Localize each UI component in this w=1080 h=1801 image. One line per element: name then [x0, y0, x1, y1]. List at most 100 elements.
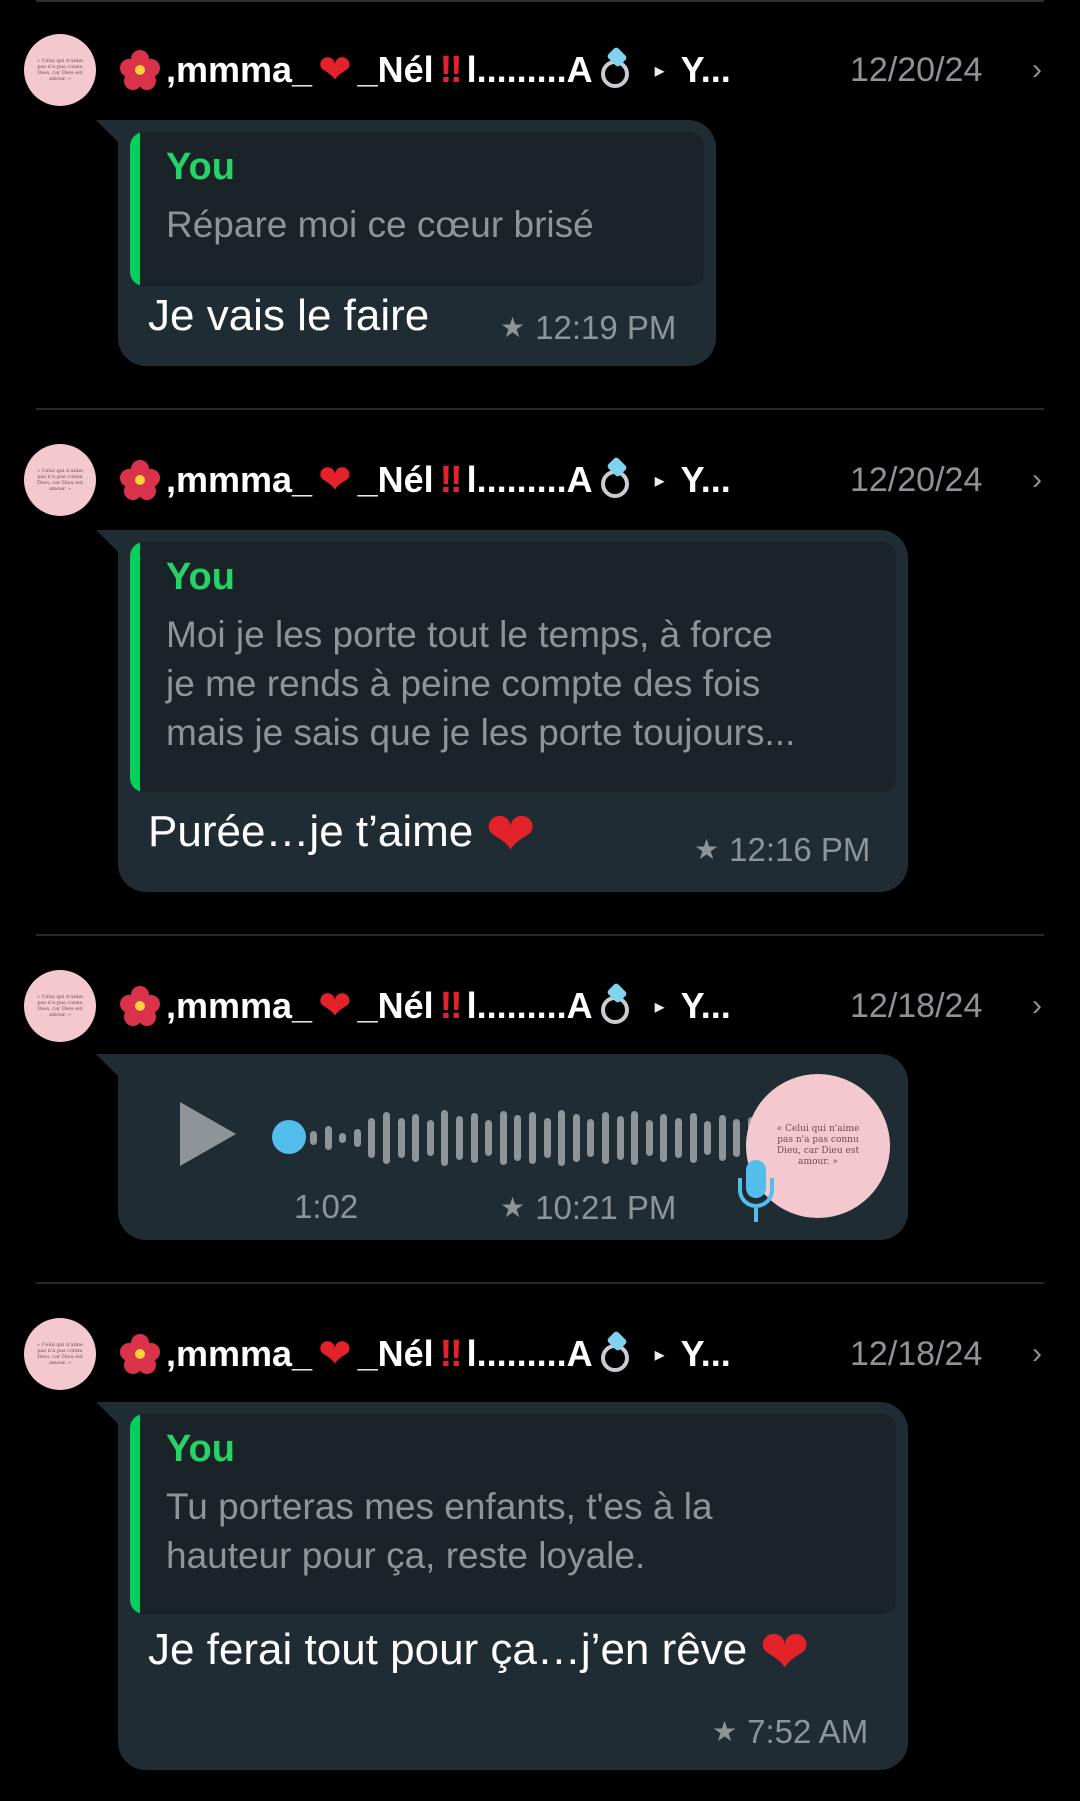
ring-icon — [599, 982, 635, 1026]
message-meta: ★ 12:16 PM — [694, 830, 870, 870]
waveform-bar — [397, 1118, 405, 1158]
heart-icon: ❤ — [318, 1332, 352, 1376]
avatar[interactable]: « Celui qui n'aime pas n'a pas connu Die… — [24, 444, 96, 516]
heart-icon: ❤ — [759, 1618, 810, 1686]
chevron-right-icon[interactable]: › — [1032, 458, 1042, 502]
quoted-message[interactable]: You Répare moi ce cœur brisé — [130, 132, 704, 286]
quote-bar — [130, 132, 140, 286]
waveform-bar — [733, 1119, 741, 1157]
message-date: 12/20/24 — [850, 461, 983, 499]
message-header[interactable]: « Celui qui n'aime pas n'a pas connu Die… — [0, 444, 1080, 516]
waveform-bar — [514, 1115, 522, 1161]
arrow-icon: ▸ — [654, 469, 665, 492]
heart-icon: ❤ — [318, 48, 352, 92]
message-header[interactable]: « Celui qui n'aime pas n'a pas connu Die… — [0, 1318, 1080, 1390]
sender-name: ,mmma_ ❤ _Nél ‼ l.........A ▸ Y... — [120, 46, 731, 94]
waveform-bar — [353, 1129, 361, 1147]
waveform-bar — [310, 1131, 317, 1145]
waveform-bar — [616, 1116, 624, 1160]
top-divider — [36, 0, 1044, 2]
avatar[interactable]: « Celui qui n'aime pas n'a pas connu Die… — [24, 1318, 96, 1390]
waveform-bar — [675, 1118, 682, 1158]
hibiscus-icon — [120, 1334, 160, 1374]
message-text: Je ferai tout pour ça…j’en rêve ❤ — [148, 1618, 810, 1686]
arrow-icon: ▸ — [654, 59, 665, 82]
message-time: 12:16 PM — [729, 831, 871, 868]
message-header[interactable]: « Celui qui n'aime pas n'a pas connu Die… — [0, 970, 1080, 1042]
heart-icon: ❤ — [318, 984, 352, 1028]
ring-icon — [599, 46, 635, 90]
heart-icon: ❤ — [318, 458, 352, 502]
ring-icon — [599, 1330, 635, 1374]
message-header[interactable]: « Celui qui n'aime pas n'a pas connu Die… — [0, 34, 1080, 106]
message-date: 12/18/24 — [850, 987, 983, 1025]
waveform-bar — [412, 1114, 420, 1162]
star-icon: ★ — [712, 1716, 738, 1747]
voice-message-bubble[interactable]: 1:02 ★ 10:21 PM « Celui qui n'aime pas n'… — [96, 1054, 908, 1240]
message-date: 12/20/24 — [850, 51, 983, 89]
waveform-bar — [470, 1113, 478, 1163]
waveform-bar — [704, 1121, 712, 1155]
voice-waveform[interactable] — [310, 1106, 810, 1170]
waveform-bar — [499, 1111, 507, 1165]
message-time: 12:19 PM — [535, 309, 677, 346]
quote-author: You — [166, 146, 235, 188]
quoted-message[interactable]: You Tu porteras mes enfants, t'es à la h… — [130, 1414, 896, 1614]
seek-knob[interactable] — [272, 1120, 306, 1154]
message-bubble[interactable]: You Moi je les porte tout le temps, à fo… — [96, 530, 908, 892]
message-time: 10:21 PM — [535, 1189, 677, 1226]
waveform-bar — [689, 1113, 697, 1163]
hibiscus-icon — [120, 986, 160, 1026]
message-text: Je vais le faire — [148, 291, 430, 340]
message-meta: ★ 10:21 PM — [500, 1188, 676, 1228]
quote-bar — [130, 1414, 140, 1614]
waveform-bar — [572, 1114, 580, 1162]
waveform-bar — [631, 1111, 639, 1165]
waveform-bar — [339, 1133, 347, 1143]
quote-author: You — [166, 556, 235, 598]
chevron-right-icon[interactable]: › — [1032, 984, 1042, 1028]
chevron-right-icon[interactable]: › — [1032, 1332, 1042, 1376]
message-meta: ★ 7:52 AM — [712, 1712, 868, 1752]
waveform-bar — [441, 1110, 449, 1166]
quote-text: Tu porteras mes enfants, t'es à la haute… — [166, 1486, 713, 1576]
message-bubble[interactable]: You Répare moi ce cœur brisé Je vais le … — [96, 120, 716, 366]
waveform-bar — [558, 1110, 566, 1166]
waveform-bar — [602, 1112, 609, 1164]
waveform-bar — [718, 1115, 726, 1161]
waveform-bar — [529, 1112, 536, 1164]
quoted-message[interactable]: You Moi je les porte tout le temps, à fo… — [130, 542, 896, 792]
voice-duration: 1:02 — [294, 1188, 359, 1225]
waveform-bar — [456, 1116, 463, 1160]
waveform-bar — [485, 1120, 493, 1156]
message-time: 7:52 AM — [747, 1713, 869, 1750]
divider — [36, 1282, 1044, 1284]
avatar[interactable]: « Celui qui n'aime pas n'a pas connu Die… — [24, 34, 96, 106]
hibiscus-icon — [120, 460, 160, 500]
avatar[interactable]: « Celui qui n'aime pas n'a pas connu Die… — [24, 970, 96, 1042]
quote-text: Répare moi ce cœur brisé — [166, 204, 594, 245]
waveform-bar — [324, 1126, 332, 1150]
heart-icon: ❤ — [485, 800, 536, 868]
message-date: 12/18/24 — [850, 1335, 983, 1373]
star-icon: ★ — [694, 834, 720, 865]
play-icon[interactable] — [180, 1102, 236, 1166]
waveform-bar — [383, 1112, 390, 1164]
message-text: Purée…je t’aime ❤ — [148, 800, 536, 868]
waveform-bar — [543, 1118, 551, 1158]
waveform-bar — [587, 1119, 595, 1157]
quote-text: Moi je les porte tout le temps, à force … — [166, 614, 796, 753]
divider — [36, 408, 1044, 410]
hibiscus-icon — [120, 50, 160, 90]
divider — [36, 934, 1044, 936]
message-meta: ★ 12:19 PM — [500, 308, 676, 348]
sender-name: ,mmma_ ❤ _Nél ‼ l.........A ▸ Y... — [120, 1330, 731, 1378]
chevron-right-icon[interactable]: › — [1032, 48, 1042, 92]
star-icon: ★ — [500, 1192, 526, 1223]
arrow-icon: ▸ — [654, 995, 665, 1018]
waveform-bar — [426, 1120, 434, 1156]
waveform-bar — [645, 1120, 653, 1156]
message-bubble[interactable]: You Tu porteras mes enfants, t'es à la h… — [96, 1402, 908, 1770]
star-icon: ★ — [500, 312, 526, 343]
ring-icon — [599, 456, 635, 500]
